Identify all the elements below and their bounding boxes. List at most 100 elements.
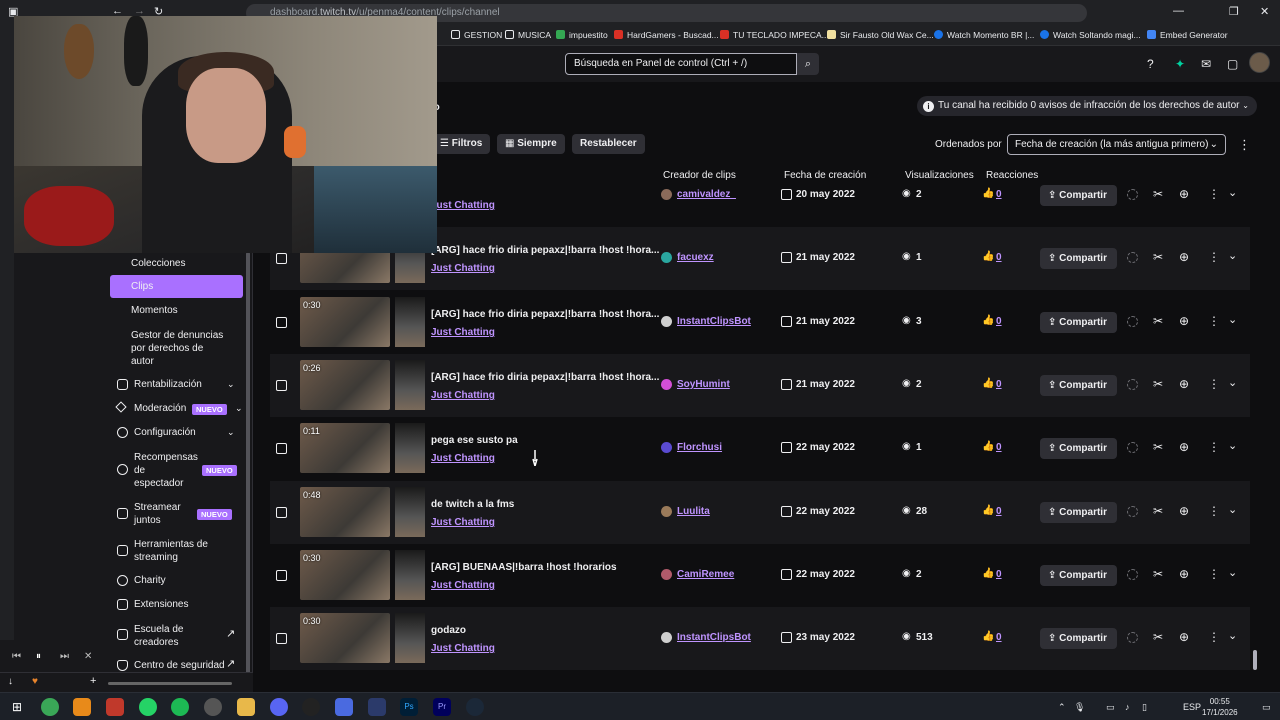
- share-button[interactable]: ⇪ Compartir: [1040, 312, 1117, 333]
- app-icon[interactable]: [73, 698, 91, 716]
- more-options-icon[interactable]: ⋮: [1238, 137, 1251, 153]
- more-options-icon[interactable]: ⋮: [1208, 630, 1220, 644]
- clip-reactions-link[interactable]: 0: [996, 189, 1002, 200]
- table-row[interactable]: 0:26 [ARG] hace frio diria pepaxz|!barra …: [270, 354, 1250, 417]
- sidebar-item-configuracion[interactable]: Configuración: [134, 427, 196, 438]
- chevron-down-icon[interactable]: ⌄: [1228, 249, 1237, 262]
- chevron-down-icon[interactable]: ⌄: [1228, 566, 1237, 579]
- row-checkbox[interactable]: [276, 443, 287, 454]
- obs-icon[interactable]: [204, 698, 222, 716]
- sidebar-item-herramientas[interactable]: Herramientas de streaming: [134, 538, 208, 564]
- external-link-icon[interactable]: ↗: [226, 627, 235, 640]
- clip-reactions-link[interactable]: 0: [996, 506, 1002, 517]
- sidebar-item-moderacion[interactable]: Moderación: [134, 403, 186, 414]
- volume-icon[interactable]: ♪: [1125, 702, 1130, 712]
- search-input[interactable]: Búsqueda en Panel de control (Ctrl + /): [565, 53, 797, 75]
- clip-title[interactable]: [ARG] hace frio diria pepaxz|!barra !hos…: [431, 309, 659, 320]
- inbox-icon[interactable]: ✉: [1201, 57, 1211, 71]
- steam-icon[interactable]: [466, 698, 484, 716]
- download-icon[interactable]: ⊕: [1179, 504, 1189, 518]
- sidebar-item-charity[interactable]: Charity: [134, 575, 166, 586]
- download-icon[interactable]: ⊕: [1179, 567, 1189, 581]
- heart-icon[interactable]: ♥: [32, 676, 38, 687]
- download-icon[interactable]: ⊕: [1179, 250, 1189, 264]
- chevron-down-icon[interactable]: ⌄: [1228, 503, 1237, 516]
- prime-icon[interactable]: ✦: [1175, 57, 1185, 71]
- sidebar-item-streamear-juntos[interactable]: Streamear juntos: [134, 501, 181, 527]
- clip-title[interactable]: [ARG] hace frio diria pepaxz|!barra !hos…: [431, 245, 659, 256]
- creator-link[interactable]: Florchusi: [677, 442, 722, 453]
- bookmark-hardgamers[interactable]: HardGamers - Buscad...: [614, 30, 719, 40]
- sidebar-item-seguridad[interactable]: Centro de seguridad: [134, 660, 225, 671]
- spotify-icon[interactable]: [171, 698, 189, 716]
- clip-title[interactable]: de twitch a la fms: [431, 499, 514, 510]
- copyright-notice[interactable]: i Tu canal ha recibido 0 avisos de infrac…: [917, 96, 1257, 116]
- creator-link[interactable]: camivaldez_: [677, 189, 736, 200]
- clip-category-link[interactable]: Just Chatting: [431, 453, 495, 464]
- bookmark-folder-musica[interactable]: MUSICA: [505, 30, 551, 40]
- clip-category-link[interactable]: Just Chatting: [431, 580, 495, 591]
- clip-title[interactable]: [ARG] BUENAAS|!barra !host !horarios: [431, 562, 617, 573]
- search-icon[interactable]: ⌕: [797, 53, 819, 75]
- download-icon[interactable]: ↓: [8, 676, 13, 687]
- next-icon[interactable]: ⏭: [60, 651, 69, 662]
- table-row[interactable]: 0:30 [ARG] hace frio diria pepaxz|!barra …: [270, 291, 1250, 354]
- chevron-down-icon[interactable]: ⌄: [227, 427, 235, 438]
- row-checkbox[interactable]: [276, 380, 287, 391]
- scissors-icon[interactable]: ✂: [1153, 377, 1163, 391]
- more-options-icon[interactable]: ⋮: [1208, 314, 1220, 328]
- more-options-icon[interactable]: ⋮: [1208, 504, 1220, 518]
- user-avatar[interactable]: [1249, 52, 1270, 73]
- chevron-down-icon[interactable]: ⌄: [1228, 629, 1237, 642]
- download-icon[interactable]: ⊕: [1179, 377, 1189, 391]
- battery-icon[interactable]: ▯: [1142, 702, 1147, 713]
- sidebar-item-copyright[interactable]: Gestor de denuncias por derechos de auto…: [131, 329, 223, 368]
- close-icon[interactable]: ✕: [1260, 5, 1269, 18]
- clip-category-link[interactable]: Just Chatting: [431, 390, 495, 401]
- clip-reactions-link[interactable]: 0: [996, 316, 1002, 327]
- clip-title[interactable]: godazo: [431, 625, 466, 636]
- windows-start-icon[interactable]: ⊞: [8, 698, 26, 716]
- notifications-icon[interactable]: ▭: [1262, 702, 1271, 713]
- bookmark-soltando[interactable]: Watch Soltando magi...: [1040, 30, 1141, 40]
- scissors-icon[interactable]: ✂: [1153, 314, 1163, 328]
- sidebar-scrollbar[interactable]: [246, 252, 250, 677]
- chevron-down-icon[interactable]: ⌄: [1228, 439, 1237, 452]
- row-checkbox[interactable]: [276, 253, 287, 264]
- creator-link[interactable]: InstantClipsBot: [677, 632, 751, 643]
- reset-button[interactable]: Restablecer: [572, 134, 645, 154]
- sidebar-item-recompensas[interactable]: Recompensas de espectador: [134, 451, 198, 490]
- chevron-down-icon[interactable]: ⌄: [1228, 313, 1237, 326]
- more-options-icon[interactable]: ⋮: [1208, 377, 1220, 391]
- clip-reactions-link[interactable]: 0: [996, 379, 1002, 390]
- clip-thumbnail[interactable]: 0:30: [300, 550, 390, 600]
- table-row[interactable]: 0:11 pega ese susto pa Just Chatting Florch…: [270, 417, 1250, 480]
- external-link-icon[interactable]: ↗: [226, 657, 235, 670]
- sidebar-item-clips[interactable]: Clips: [131, 281, 153, 292]
- period-button[interactable]: ▦ Siempre: [497, 134, 565, 154]
- photoshop-icon[interactable]: Ps: [400, 698, 418, 716]
- sidebar-item-colecciones[interactable]: Colecciones: [131, 258, 185, 269]
- discord-icon[interactable]: [270, 698, 288, 716]
- chevron-down-icon[interactable]: ⌄: [1228, 376, 1237, 389]
- table-row[interactable]: 0:30 godazo Just Chatting InstantClipsBot 23…: [270, 607, 1250, 670]
- share-button[interactable]: ⇪ Compartir: [1040, 628, 1117, 649]
- table-row[interactable]: 0:48 de twitch a la fms Just Chatting Luuli…: [270, 481, 1250, 544]
- scissors-icon[interactable]: ✂: [1153, 440, 1163, 454]
- whatsapp-icon[interactable]: [139, 698, 157, 716]
- clip-category-link[interactable]: Just Chatting: [431, 263, 495, 274]
- clip-thumbnail[interactable]: 0:30: [300, 613, 390, 663]
- network-icon[interactable]: ▭: [1106, 702, 1115, 713]
- bookmark-sirfausto[interactable]: Sir Fausto Old Wax Ce...: [827, 30, 934, 40]
- download-icon[interactable]: ⊕: [1179, 440, 1189, 454]
- clip-thumbnail[interactable]: 0:30: [300, 297, 390, 347]
- bookmark-embed[interactable]: Embed Generator: [1147, 30, 1228, 40]
- bookmark-teclado[interactable]: TU TECLADO IMPECA...: [720, 30, 829, 40]
- sidebar-item-escuela[interactable]: Escuela de creadores: [134, 623, 183, 649]
- row-checkbox[interactable]: [276, 570, 287, 581]
- add-icon[interactable]: +: [90, 675, 96, 687]
- sidebar-item-rentabilizacion[interactable]: Rentabilización: [134, 379, 202, 390]
- creator-link[interactable]: facuexz: [677, 252, 714, 263]
- creator-link[interactable]: InstantClipsBot: [677, 316, 751, 327]
- creator-link[interactable]: CamiRemee: [677, 569, 734, 580]
